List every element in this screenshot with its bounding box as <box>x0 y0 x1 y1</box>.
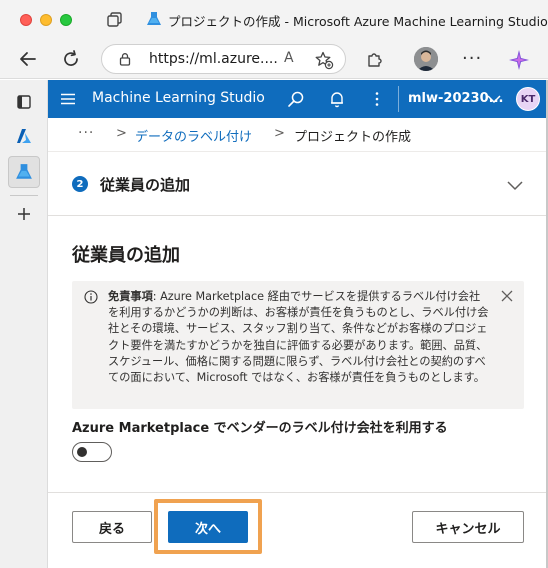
disclaimer-text: 免責事項: Azure Marketplace 経由でサービスを提供するラベル付… <box>108 289 490 386</box>
address-bar[interactable]: https://ml.azure.... A <box>101 44 346 74</box>
step-title: 従業員の追加 <box>100 176 191 194</box>
user-avatar[interactable]: KT <box>516 87 540 111</box>
tab-title[interactable]: プロジェクトの作成 - Microsoft Azure Machine Lear… <box>168 11 548 30</box>
disclaimer-body: : Azure Marketplace 経由でサービスを提供するラベル付け会社を… <box>108 290 489 385</box>
maximize-window-button[interactable] <box>60 14 72 26</box>
breadcrumb-separator: > <box>116 126 127 141</box>
favorites-add-icon[interactable] <box>314 50 334 70</box>
azure-icon[interactable] <box>8 120 40 152</box>
tab-actions-icon[interactable] <box>8 86 40 118</box>
breadcrumb-separator: > <box>274 126 285 141</box>
next-button[interactable]: 次へ <box>168 511 248 543</box>
wizard-step-header[interactable]: 2 従業員の追加 <box>48 152 548 216</box>
lock-icon[interactable] <box>118 52 132 66</box>
url-text[interactable]: https://ml.azure.... <box>149 51 278 67</box>
breadcrumb-link-data-labeling[interactable]: データのラベル付け <box>135 126 252 145</box>
disclaimer-notice: 免責事項: Azure Marketplace 経由でサービスを提供するラベル付… <box>72 281 524 409</box>
minimize-window-button[interactable] <box>40 14 52 26</box>
vendor-toggle[interactable] <box>72 442 112 462</box>
browser-sidebar <box>0 80 48 568</box>
browser-menu-icon[interactable]: ··· <box>462 48 482 69</box>
hamburger-icon[interactable] <box>60 91 76 107</box>
browser-titlebar: プロジェクトの作成 - Microsoft Azure Machine Lear… <box>0 0 548 40</box>
chevron-down-icon[interactable] <box>486 91 502 107</box>
toggle-knob <box>77 447 87 457</box>
close-window-button[interactable] <box>20 14 32 26</box>
vendor-toggle-label: Azure Marketplace でベンダーのラベル付け会社を利用する <box>72 421 448 436</box>
app-header: Machine Learning Studio mlw-20230... KT <box>48 80 548 118</box>
read-aloud-icon[interactable]: A <box>284 50 294 66</box>
header-divider <box>398 86 399 112</box>
breadcrumb: ··· > データのラベル付け > プロジェクトの作成 <box>48 118 548 152</box>
disclaimer-label: 免責事項 <box>108 290 153 303</box>
back-arrow-icon[interactable] <box>17 48 39 70</box>
azure-ml-sidebar-icon[interactable] <box>8 156 40 188</box>
cancel-button[interactable]: キャンセル <box>412 511 524 543</box>
profile-avatar[interactable] <box>414 47 438 71</box>
chevron-down-icon[interactable] <box>506 176 524 194</box>
wizard-footer: 戻る 次へ キャンセル <box>48 492 548 568</box>
breadcrumb-current: プロジェクトの作成 <box>294 130 412 145</box>
extensions-icon[interactable] <box>365 49 385 69</box>
app-title[interactable]: Machine Learning Studio <box>92 90 265 106</box>
bell-icon[interactable] <box>327 89 347 109</box>
step-number-badge: 2 <box>72 176 88 192</box>
copilot-icon[interactable] <box>507 48 531 72</box>
sidebar-divider <box>10 195 38 196</box>
breadcrumb-overflow-button[interactable]: ··· <box>78 125 94 141</box>
refresh-icon[interactable] <box>60 48 82 70</box>
close-icon[interactable] <box>500 289 514 303</box>
search-icon[interactable] <box>286 89 306 109</box>
section-heading: 従業員の追加 <box>72 245 180 266</box>
back-button[interactable]: 戻る <box>72 511 152 543</box>
tabs-icon[interactable] <box>106 11 124 29</box>
plus-icon[interactable] <box>8 198 40 230</box>
info-icon <box>84 290 98 304</box>
azure-ml-icon <box>147 12 161 25</box>
more-vertical-icon[interactable] <box>367 89 387 109</box>
browser-toolbar: https://ml.azure.... A ··· <box>0 40 548 79</box>
